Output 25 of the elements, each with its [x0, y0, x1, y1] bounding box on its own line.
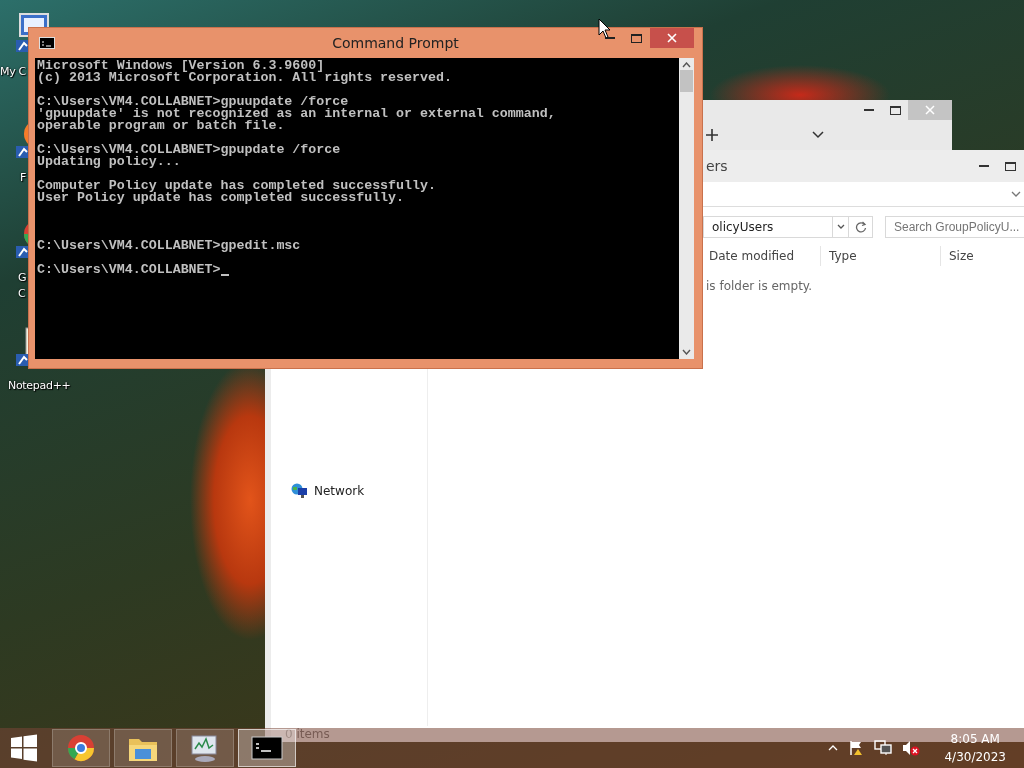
empty-folder-message: is folder is empty. [706, 279, 813, 293]
column-header[interactable]: Size [941, 246, 1024, 266]
desktop-icon-label[interactable]: My C [0, 64, 26, 80]
desktop-icon-label[interactable]: G [18, 270, 27, 286]
console-text: User Policy update has completed successfully. [37, 192, 405, 204]
desktop-icon-label[interactable]: Notepad++ [8, 378, 71, 394]
console-text: Microsoft Windows [Version 6.3.9600] [37, 60, 325, 72]
console-text: C:\Users\VM4.COLLABNET>gpupdate /force [37, 144, 341, 156]
console-text: Updating policy... [37, 156, 181, 168]
console-text: C:\Users\VM4.COLLABNET>gpedit.msc [37, 240, 301, 252]
console-text: 'gpuupdate' is not recognized as an internal or external command, [37, 108, 556, 120]
console-text: C:\Users\VM4.COLLABNET>gpuupdate /force [37, 96, 349, 108]
console-text: operable program or batch file. [37, 120, 285, 132]
console-text: Computer Policy update has completed successfully. [37, 180, 436, 192]
desktop-icon-label[interactable]: C [18, 286, 26, 302]
window-title: Command Prompt [331, 35, 460, 51]
console-text: (c) 2013 Microsoft Corporation. All rights reserved. [37, 72, 452, 84]
desktop-icon-label[interactable]: F [20, 170, 27, 186]
column-header[interactable]: Type [821, 246, 941, 266]
console-text: C:\Users\VM4.COLLABNET> [37, 264, 221, 276]
nav-item[interactable]: Network [291, 483, 427, 499]
address-field[interactable]: olicyUsers [703, 216, 833, 238]
clock-date: 4/30/2023 [944, 749, 1006, 766]
search-field[interactable]: Search GroupPolicyU... [885, 216, 1024, 238]
window-title: ers [706, 158, 728, 174]
